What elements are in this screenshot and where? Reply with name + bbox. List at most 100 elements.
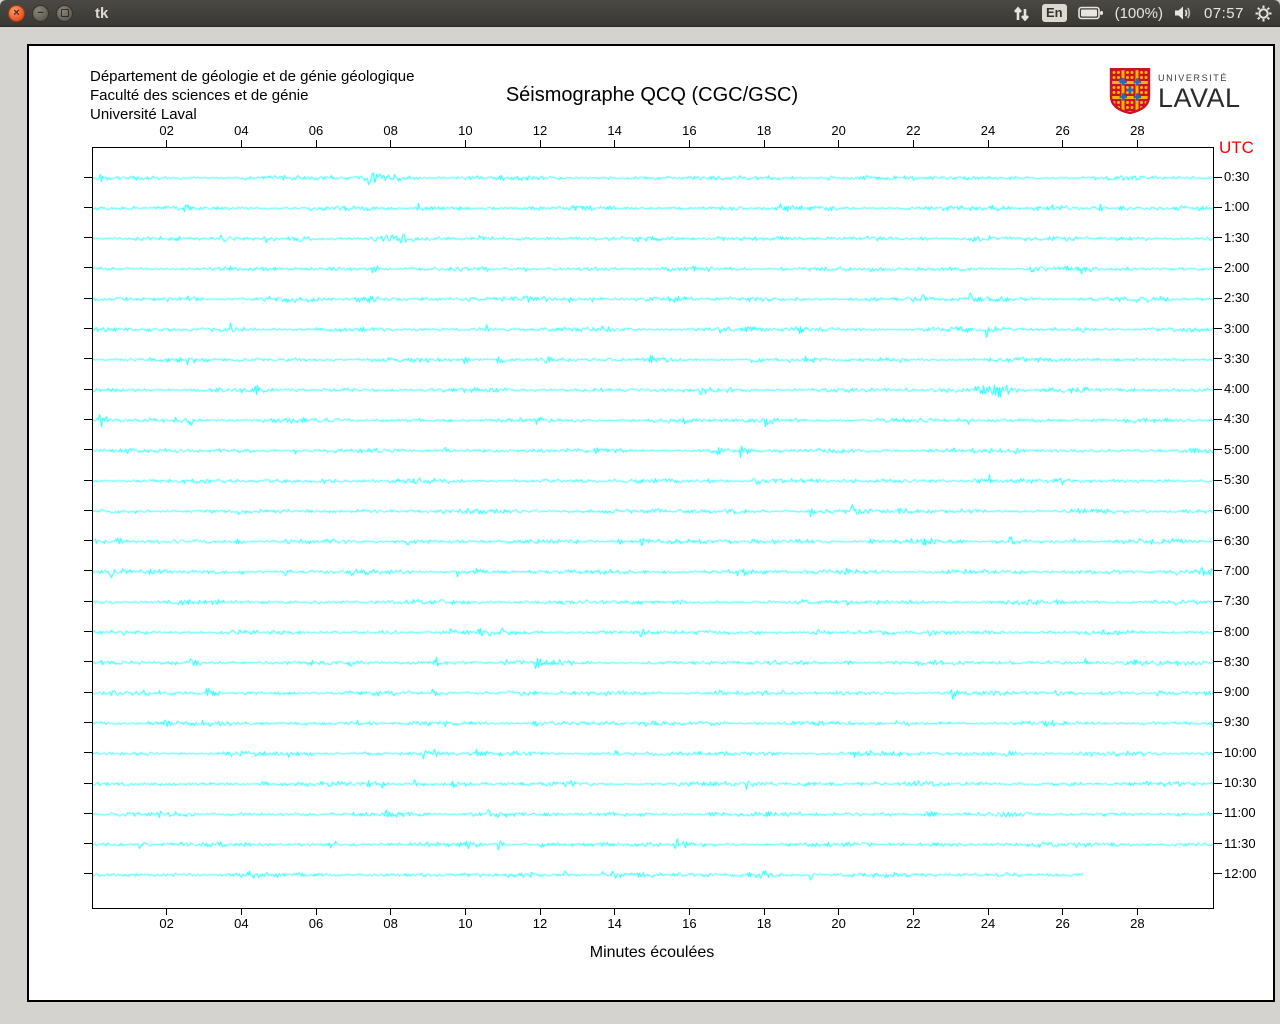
utc-row-label: 9:30 (1224, 714, 1250, 730)
x-tick-label-top: 28 (1130, 123, 1145, 138)
x-axis-title: Minutes écoulées (589, 944, 715, 961)
row-tick-left (84, 691, 92, 693)
row-tick-left (84, 297, 92, 299)
row-tick-right (1214, 237, 1222, 239)
x-tick-top (1136, 140, 1138, 147)
x-tick-label-top: 04 (234, 123, 249, 138)
row-tick-right (1214, 297, 1222, 299)
seismograph-panel: Département de géologie et de génie géol… (27, 44, 1275, 1002)
row-tick-left (84, 721, 92, 723)
x-tick-bottom (464, 908, 466, 915)
utc-row-label: 4:00 (1224, 381, 1250, 397)
clock[interactable]: 07:57 (1204, 5, 1244, 22)
row-tick-right (1214, 600, 1222, 602)
row-tick-left (84, 328, 92, 329)
volume-icon[interactable] (1174, 5, 1193, 21)
universite-laval-logo: UNIVERSITÉ LAVAL (1109, 67, 1241, 116)
x-tick-label-bottom: 06 (308, 916, 324, 931)
row-tick-right (1214, 449, 1222, 451)
window-titlebar: × − tk En (100%) 07:57 (0, 0, 1280, 27)
window-controls: × − (8, 4, 73, 22)
x-tick-top (763, 140, 765, 147)
x-tick-top (315, 140, 317, 147)
logo-universite-label: UNIVERSITÉ (1158, 73, 1229, 83)
x-tick-top (464, 140, 466, 147)
x-tick-top (987, 140, 989, 147)
row-tick-left (84, 449, 92, 451)
x-tick-top (539, 140, 541, 147)
row-tick-left (84, 782, 92, 784)
x-tick-bottom (240, 908, 242, 915)
row-tick-right (1214, 388, 1222, 390)
x-tick-bottom (1062, 908, 1064, 915)
laval-logo-text: UNIVERSITÉ LAVAL (1158, 74, 1241, 112)
row-tick-right (1214, 661, 1222, 663)
window-minimize-button[interactable]: − (32, 4, 49, 22)
x-tick-bottom (912, 908, 914, 915)
x-tick-top (838, 140, 840, 147)
row-tick-right (1214, 540, 1222, 542)
utc-row-label: 11:30 (1224, 835, 1256, 851)
x-tick-label-bottom: 18 (756, 916, 772, 931)
x-tick-bottom (539, 908, 541, 915)
x-tick-bottom (987, 908, 989, 915)
utc-row-label: 9:00 (1224, 684, 1250, 700)
x-tick-label-bottom: 02 (159, 916, 174, 931)
x-tick-label-bottom: 22 (906, 916, 921, 931)
row-tick-left (84, 843, 92, 845)
helicorder-plot-area (92, 147, 1214, 909)
utc-axis-label: UTC (1219, 138, 1254, 157)
row-tick-left (84, 176, 92, 178)
row-tick-right (1214, 570, 1222, 572)
utc-row-label: 10:00 (1224, 744, 1257, 760)
row-tick-right (1214, 631, 1222, 632)
x-tick-label-top: 08 (383, 123, 398, 138)
x-tick-label-bottom: 20 (831, 916, 846, 931)
session-gear-icon[interactable] (1255, 5, 1272, 22)
x-tick-top (166, 140, 168, 147)
row-tick-right (1214, 691, 1222, 693)
x-tick-top (390, 140, 392, 147)
x-tick-bottom (614, 908, 616, 915)
x-tick-bottom (763, 908, 765, 915)
utc-row-label: 5:00 (1224, 441, 1250, 457)
x-tick-label-bottom: 14 (607, 916, 622, 931)
x-tick-label-top: 02 (159, 123, 174, 138)
window-maximize-button[interactable] (56, 4, 73, 22)
x-tick-top (912, 140, 914, 147)
logo-laval-label: LAVAL (1158, 83, 1241, 113)
x-tick-label-bottom: 26 (1055, 916, 1070, 931)
x-tick-label-top: 26 (1055, 123, 1070, 138)
row-tick-right (1214, 358, 1222, 360)
system-tray: En (100%) 07:57 (1013, 0, 1272, 26)
window-close-button[interactable]: × (8, 4, 25, 22)
x-tick-label-bottom: 24 (980, 916, 996, 931)
row-tick-right (1214, 509, 1222, 511)
x-tick-label-bottom: 28 (1130, 916, 1145, 931)
keyboard-layout-indicator[interactable]: En (1041, 4, 1067, 22)
updown-arrows-icon[interactable] (1013, 5, 1031, 21)
x-tick-bottom (1136, 908, 1138, 915)
row-tick-left (84, 600, 92, 602)
row-tick-right (1214, 782, 1222, 784)
utc-row-label: 4:30 (1224, 411, 1250, 427)
row-tick-left (84, 509, 92, 511)
battery-icon[interactable] (1077, 6, 1104, 20)
x-tick-label-bottom: 08 (383, 916, 398, 931)
utc-row-label: 1:30 (1224, 229, 1250, 245)
row-tick-right (1214, 843, 1222, 845)
row-tick-left (84, 661, 92, 663)
utc-row-label: 0:30 (1224, 169, 1250, 184)
x-tick-label-top: 20 (831, 123, 846, 138)
row-tick-right (1214, 267, 1222, 269)
x-tick-bottom (315, 908, 317, 915)
utc-row-label: 11:00 (1224, 805, 1256, 821)
x-tick-bottom (166, 908, 168, 915)
x-tick-bottom (838, 908, 840, 915)
x-tick-top (240, 140, 242, 147)
row-tick-right (1214, 206, 1222, 208)
x-tick-label-top: 22 (906, 123, 921, 138)
utc-row-label: 5:30 (1224, 472, 1250, 487)
x-tick-label-top: 24 (980, 123, 996, 138)
page-title: Séismographe QCQ (CGC/GSC) (505, 84, 799, 106)
